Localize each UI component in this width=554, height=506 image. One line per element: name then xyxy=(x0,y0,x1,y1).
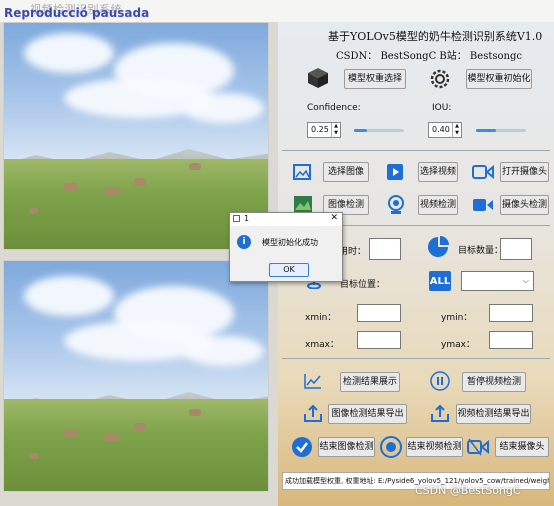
confidence-label: Confidence: xyxy=(307,103,361,113)
cube-icon xyxy=(306,66,330,90)
open-camera-button[interactable]: 打开摄像头 xyxy=(500,162,549,182)
pause-video-button[interactable]: 暂停视频检测 xyxy=(462,372,526,392)
dialog-title: 1 xyxy=(244,214,250,223)
ymin-label: ymin： xyxy=(441,313,473,323)
divider xyxy=(282,358,550,359)
app-title: 基于YOLOv5模型的奶牛检测识别系统V1.0 xyxy=(328,30,543,43)
info-icon: i xyxy=(237,235,251,249)
camera-detect-button[interactable]: 摄像头检测 xyxy=(500,195,549,215)
confidence-slider[interactable] xyxy=(354,129,404,132)
time-output xyxy=(369,238,401,260)
webcam-icon xyxy=(385,194,407,216)
credits-text: CSDN： BestSongC B站： Bestsongc xyxy=(336,51,522,62)
upload-icon xyxy=(303,403,323,423)
show-results-button[interactable]: 检测结果展示 xyxy=(340,372,400,392)
export-image-results-button[interactable]: 图像检测结果导出 xyxy=(328,404,407,424)
confidence-spinbox[interactable]: 0.25 ▲ ▼ xyxy=(307,122,341,138)
end-video-detect-button[interactable]: 结束视频检测 xyxy=(406,437,463,457)
target-position-label: 目标位置： xyxy=(340,280,386,290)
xmin-label: xmin： xyxy=(305,313,337,323)
camera-off-icon xyxy=(466,437,490,457)
pie-chart-icon xyxy=(426,235,450,259)
ymax-output xyxy=(489,331,533,349)
chevron-down-icon: ⌵ xyxy=(522,276,529,285)
close-icon[interactable]: ✕ xyxy=(330,213,338,223)
select-video-button[interactable]: 选择视频 xyxy=(418,162,458,182)
title-bar: ...视频检测识别系统 Reproducció pausada xyxy=(0,0,554,22)
camera-icon xyxy=(472,162,494,182)
all-icon: ALL xyxy=(429,271,451,291)
settings-icon xyxy=(428,67,452,91)
export-video-results-button[interactable]: 视频检测结果导出 xyxy=(456,404,531,424)
dialog-titlebar: 1 ✕ xyxy=(230,213,342,226)
target-count-label: 目标数量： xyxy=(458,246,504,256)
stop-icon xyxy=(379,435,403,459)
init-weights-button[interactable]: 模型权重初始化 xyxy=(466,69,532,89)
select-image-button[interactable]: 选择图像 xyxy=(323,162,369,182)
detection-image-view xyxy=(3,260,269,492)
ymax-label: ymax： xyxy=(441,340,475,350)
target-select-dropdown[interactable]: ⌵ xyxy=(461,271,534,291)
time-label: 用时： xyxy=(339,247,367,257)
iou-spinbox[interactable]: 0.40 ▲ ▼ xyxy=(428,122,462,138)
target-count-output xyxy=(500,238,532,260)
dialog-message: 模型初始化成功 xyxy=(262,238,318,247)
image-icon xyxy=(292,162,312,182)
csdn-watermark: CSDN @BestSongC xyxy=(415,484,521,497)
end-image-detect-button[interactable]: 结束图像检测 xyxy=(318,437,375,457)
video-detect-button[interactable]: 视频检测 xyxy=(418,195,458,215)
xmin-output xyxy=(357,304,401,322)
xmax-label: xmax： xyxy=(305,340,339,350)
ymin-output xyxy=(489,304,533,322)
app-icon xyxy=(233,215,240,222)
confidence-value: 0.25 xyxy=(311,125,329,134)
end-camera-button[interactable]: 结束摄像头 xyxy=(495,437,549,457)
select-weights-button[interactable]: 模型权重选择 xyxy=(344,69,406,89)
check-circle-icon xyxy=(290,435,314,459)
image-detect-icon xyxy=(292,194,314,214)
confidence-slider-fill xyxy=(354,129,367,132)
xmax-output xyxy=(357,331,401,349)
message-dialog: 1 ✕ i 模型初始化成功 OK xyxy=(229,212,343,282)
iou-value: 0.40 xyxy=(432,125,450,134)
upload-icon xyxy=(430,403,450,423)
pause-icon xyxy=(429,370,451,392)
video-file-icon xyxy=(384,161,406,183)
iou-label: IOU: xyxy=(432,103,452,113)
ok-button[interactable]: OK xyxy=(269,263,309,277)
video-camera-icon xyxy=(472,195,494,215)
playback-watermark: Reproducció pausada xyxy=(4,6,150,20)
line-chart-icon xyxy=(303,372,323,390)
iou-slider-fill xyxy=(476,129,496,132)
iou-slider[interactable] xyxy=(476,129,526,132)
divider xyxy=(282,150,550,151)
